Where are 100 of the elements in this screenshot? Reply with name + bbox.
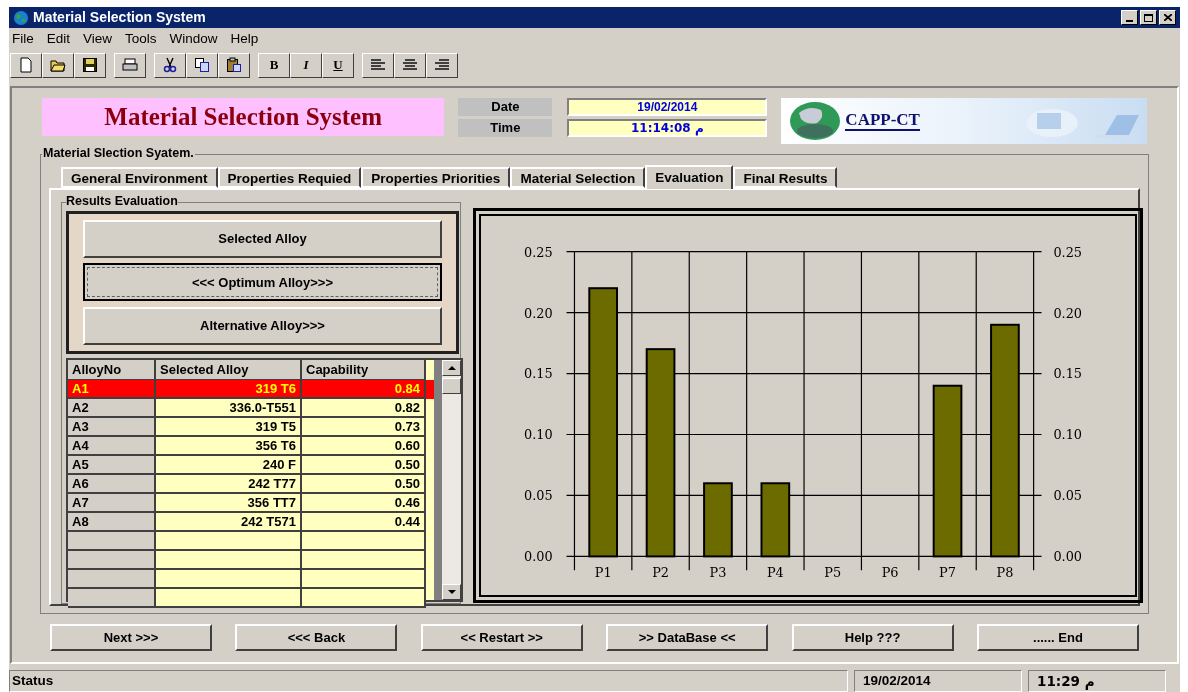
toolbar-button[interactable] — [186, 52, 218, 78]
status-text: Status — [9, 670, 848, 692]
time-label: Time — [458, 119, 553, 137]
toolbar-button[interactable] — [218, 52, 250, 78]
table-cell: 0.60 — [302, 437, 426, 456]
date-field: 19/02/2014 — [567, 98, 768, 116]
scroll-thumb[interactable] — [442, 378, 461, 394]
scrollbar[interactable] — [434, 360, 461, 600]
menu-item[interactable]: View — [83, 28, 113, 50]
toolbar-button[interactable] — [10, 52, 42, 78]
date-label: Date — [458, 98, 553, 116]
x-axis-label: P7 — [939, 565, 956, 581]
x-axis-label: P1 — [594, 565, 612, 581]
clipboard-icon — [226, 57, 242, 73]
toolbar-button[interactable]: B — [258, 52, 290, 78]
y-axis-label: 0.10 — [524, 427, 553, 443]
app-title: Material Selection System — [104, 102, 383, 133]
close-button[interactable] — [1159, 10, 1176, 25]
y-axis-label: 0.00 — [1053, 549, 1083, 565]
table-cell: 319 T6 — [156, 380, 302, 399]
table-row[interactable]: A6 242 T77 0.50 — [68, 475, 434, 494]
column-header: AlloyNo — [68, 360, 156, 380]
table-cell: A1 — [68, 380, 156, 399]
menu-item[interactable]: Tools — [125, 28, 157, 50]
toolbar-button[interactable] — [426, 52, 458, 78]
toolbar-button[interactable] — [42, 52, 74, 78]
tab[interactable]: Properties Priorities — [361, 167, 511, 188]
maximize-button[interactable] — [1140, 10, 1157, 25]
tab[interactable]: General Environment — [61, 167, 218, 188]
minimize-icon — [1126, 20, 1133, 22]
y-axis-label: 0.15 — [1053, 366, 1083, 382]
table-row[interactable]: A1 319 T6 0.84 — [68, 380, 434, 399]
table-cell: A4 — [68, 437, 156, 456]
column-header: Capability — [302, 360, 426, 380]
table-cell: 0.50 — [302, 475, 426, 494]
nav-button[interactable]: >> DataBase << — [606, 624, 769, 651]
nav-button[interactable]: Next >>> — [50, 624, 212, 651]
x-axis-label: P6 — [881, 565, 899, 581]
maximize-icon — [1144, 13, 1153, 22]
alloy-button[interactable]: <<< Optimum Alloy>>> — [83, 263, 442, 302]
column-header: Selected Alloy — [156, 360, 302, 380]
tab[interactable]: Evaluation — [645, 165, 734, 189]
x-axis-label: P2 — [652, 565, 669, 581]
x-axis-label: P8 — [996, 565, 1014, 581]
new-file-icon — [18, 57, 34, 73]
table-cell: 0.73 — [302, 418, 426, 437]
down-arrow-icon — [447, 590, 456, 594]
save-icon — [82, 57, 98, 73]
table-cell: 242 T77 — [156, 475, 302, 494]
alloy-button[interactable]: Alternative Alloy>>> — [83, 307, 442, 346]
table-cell: A7 — [68, 494, 156, 513]
scroll-down-button[interactable] — [442, 584, 461, 600]
table-cell: A5 — [68, 456, 156, 475]
nav-button[interactable]: Help ??? — [791, 624, 954, 651]
toolbar-button[interactable] — [74, 52, 106, 78]
table-cell: A2 — [68, 399, 156, 418]
copy-icon — [194, 57, 210, 73]
menu-item[interactable]: Window — [169, 28, 218, 50]
table-row[interactable]: A2 336.0-T551 0.82 — [68, 399, 434, 418]
table-row[interactable]: A5 240 F 0.50 — [68, 456, 434, 475]
tab[interactable]: Material Selection — [510, 167, 646, 188]
table-row[interactable]: A7 356 TT7 0.46 — [68, 494, 434, 513]
table-cell: 240 F — [156, 456, 302, 475]
table-cell: 336.0-T551 — [156, 399, 302, 418]
table-cell: A3 — [68, 418, 156, 437]
toolbar-button[interactable] — [394, 52, 426, 78]
toolbar-button[interactable] — [362, 52, 394, 78]
tab[interactable]: Properties Requied — [217, 167, 362, 188]
table-cell: 0.50 — [302, 456, 426, 475]
y-axis-label: 0.10 — [1053, 427, 1083, 443]
menu-item[interactable]: File — [12, 28, 34, 50]
toolbar-button[interactable] — [114, 52, 146, 78]
scroll-up-button[interactable] — [442, 360, 461, 376]
globe-icon — [13, 9, 29, 26]
nav-button[interactable]: ...... End — [976, 624, 1139, 651]
alloy-button[interactable]: Selected Alloy — [83, 219, 442, 258]
nav-button[interactable]: <<< Back — [235, 624, 398, 651]
y-axis-label: 0.05 — [1053, 488, 1083, 504]
toolbar-button[interactable]: U — [322, 52, 354, 78]
toolbar-button[interactable]: I — [290, 52, 322, 78]
folder-icon — [50, 57, 66, 73]
nav-button[interactable]: << Restart >> — [420, 624, 583, 651]
x-axis-label: P5 — [824, 565, 842, 581]
minimize-button[interactable] — [1121, 10, 1138, 25]
close-icon — [1163, 14, 1172, 21]
tab[interactable]: Final Results — [733, 167, 838, 188]
toolbar-button[interactable] — [154, 52, 186, 78]
table-row[interactable]: A8 242 T571 0.44 — [68, 513, 434, 532]
menu-item[interactable]: Help — [230, 28, 259, 50]
time-field: 11:14:08 م — [567, 119, 768, 137]
table-cell: 0.84 — [302, 380, 426, 399]
window-title: Material Selection System — [33, 8, 207, 27]
y-axis-label: 0.20 — [524, 305, 553, 321]
table-cell: A6 — [68, 475, 156, 494]
table-cell: 0.44 — [302, 513, 426, 532]
menu-item[interactable]: Edit — [46, 28, 71, 50]
table-row[interactable]: A3 319 T5 0.73 — [68, 418, 434, 437]
table-row[interactable]: A4 356 T6 0.60 — [68, 437, 434, 456]
align-left-icon — [370, 57, 386, 73]
table-cell: 0.46 — [302, 494, 426, 513]
